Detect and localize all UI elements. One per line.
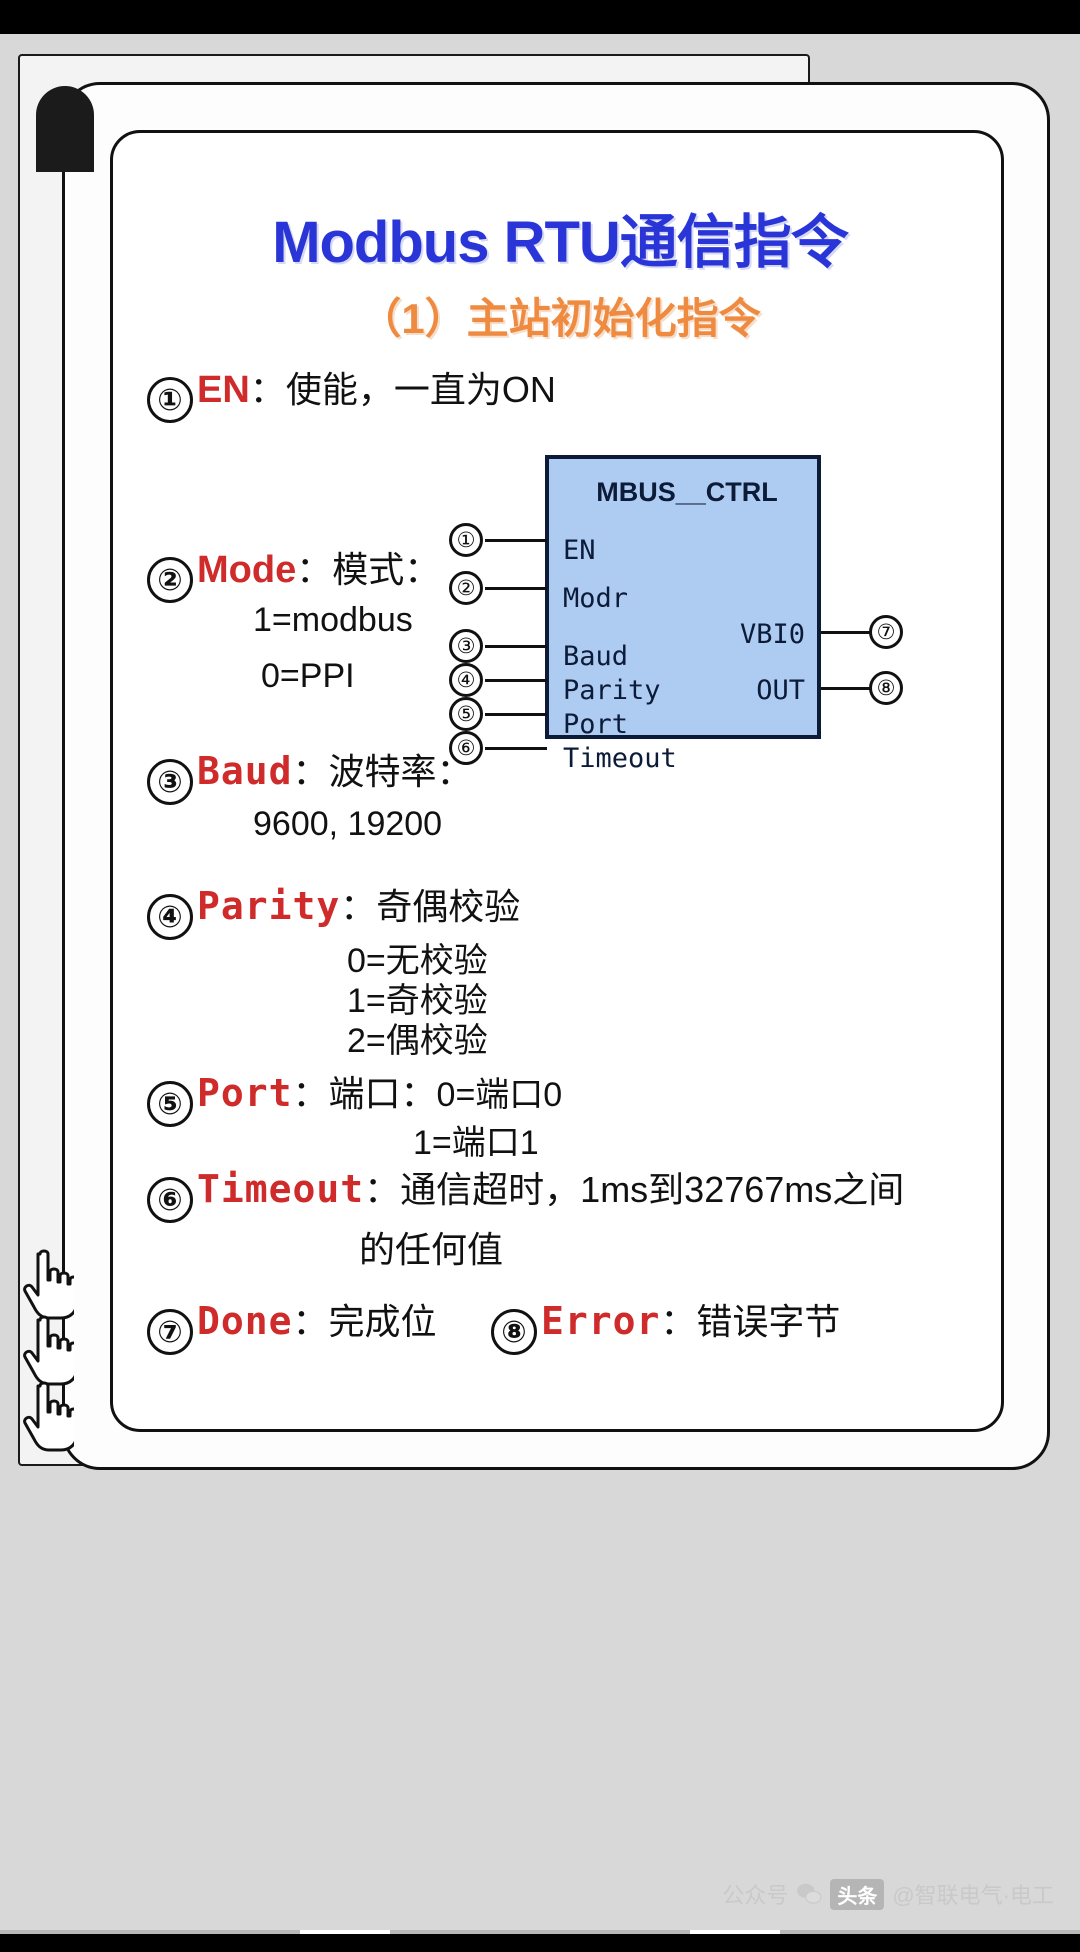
fb-pin-lead-2 <box>485 587 547 590</box>
item-number-6: ⑥ <box>147 1177 193 1223</box>
fb-pin-marker-7: ⑦ <box>869 615 903 649</box>
function-block-title: MBUS__CTRL <box>596 477 778 507</box>
list-item-error: ⑧ Error：错误字节 <box>491 1293 840 1355</box>
item-desc-done: 完成位 <box>328 1301 437 1342</box>
fb-pin-marker-1: ① <box>449 523 483 557</box>
fb-pin-lead-3 <box>485 645 547 648</box>
fb-pin-marker-2: ② <box>449 571 483 605</box>
wechat-icon <box>797 1883 822 1904</box>
nav-seg-right[interactable] <box>780 1930 1080 1934</box>
fb-pin-lead-8 <box>821 687 871 690</box>
item-number-4: ④ <box>147 894 193 940</box>
fb-pin-marker-4: ④ <box>449 663 483 697</box>
nav-seg-left[interactable] <box>0 1930 300 1934</box>
item-sub-mode-2: 0=PPI <box>261 657 355 695</box>
fb-pin-lead-5 <box>485 713 547 716</box>
navigation-bar <box>0 1930 1080 1952</box>
fb-pin-marker-8: ⑧ <box>869 671 903 705</box>
item-number-3: ③ <box>147 759 193 805</box>
item-colon-8: ： <box>660 1301 697 1342</box>
item-sub-parity-3: 2=偶校验 <box>347 1022 488 1060</box>
item-sub-mode-1: 1=modbus <box>253 601 413 639</box>
item-desc-mode: 模式： <box>332 549 441 590</box>
item-keyword-parity: Parity <box>197 884 341 928</box>
fb-input-port: Port <box>563 709 629 740</box>
item-sub-timeout-1: 的任何值 <box>359 1229 504 1270</box>
item-number-5: ⑤ <box>147 1081 193 1127</box>
list-item-done: ⑦ Done：完成位 <box>147 1293 437 1355</box>
fb-pin-lead-4 <box>485 679 547 682</box>
item-desc-timeout: 通信超时，1ms到32767ms之间 <box>400 1169 905 1210</box>
fb-input-parity: Parity <box>563 675 661 706</box>
item-keyword-port: Port <box>197 1071 293 1115</box>
item-colon-3: ： <box>292 751 329 792</box>
item-desc-parity: 奇偶校验 <box>376 886 521 927</box>
fb-input-baud: Baud <box>563 641 629 672</box>
watermark-handle: @智联电气·电工 <box>892 1883 1054 1908</box>
item-keyword-timeout: Timeout <box>197 1167 365 1211</box>
fb-pin-marker-3: ③ <box>449 629 483 663</box>
fb-output-vbi0: VBI0 <box>739 619 805 650</box>
fb-input-timeout: Timeout <box>563 743 677 774</box>
fb-pin-marker-5: ⑤ <box>449 697 483 731</box>
fb-output-out: OUT <box>756 675 805 706</box>
cursor-hand-icon-2 <box>20 1312 74 1386</box>
item-number-8: ⑧ <box>491 1309 537 1355</box>
cursor-hand-icon-3 <box>20 1378 74 1452</box>
page-title: Modbus RTU通信指令 <box>272 210 849 275</box>
list-item-baud: ③ Baud：波特率： <box>147 743 473 805</box>
list-item-timeout: ⑥ Timeout：通信超时，1ms到32767ms之间 <box>147 1161 904 1223</box>
fb-input-en: EN <box>563 535 596 566</box>
cursor-hand-icon-1 <box>20 1246 74 1320</box>
list-item-en: ① EN：使能，一直为ON <box>147 361 556 423</box>
nav-seg-center[interactable] <box>390 1930 690 1934</box>
item-number-7: ⑦ <box>147 1309 193 1355</box>
item-colon-2: ： <box>296 549 333 590</box>
item-desc-port: 端口： <box>328 1073 437 1114</box>
fb-pin-marker-6: ⑥ <box>449 731 483 765</box>
item-desc-error: 错误字节 <box>696 1301 841 1342</box>
item-desc-port-value: 0=端口0 <box>436 1076 563 1114</box>
item-colon-5: ： <box>292 1073 329 1114</box>
function-block-mbus-ctrl: MBUS__CTRL EN Modr Baud Parity Port Time… <box>545 455 821 774</box>
fb-input-modr: Modr <box>563 583 629 614</box>
watermark-prefix: 公众号 <box>722 1883 789 1908</box>
toutiao-badge: 头条 <box>830 1878 885 1910</box>
fb-pin-lead-1 <box>485 539 547 542</box>
item-keyword-en: EN <box>197 369 250 411</box>
item-sub-baud-1: 9600, 19200 <box>253 805 443 843</box>
list-item-parity: ④ Parity：奇偶校验 <box>147 878 520 940</box>
item-keyword-error: Error <box>541 1299 661 1343</box>
list-item-mode: ② Mode：模式： <box>147 541 440 603</box>
fb-pin-lead-7 <box>821 631 871 634</box>
item-number-2: ② <box>147 557 193 603</box>
item-keyword-mode: Mode <box>197 549 297 591</box>
status-bar <box>0 0 1080 34</box>
item-colon-4: ： <box>340 886 377 927</box>
item-colon-6: ： <box>364 1169 401 1210</box>
content-frame: Modbus RTU通信指令 （1）主站初始化指令 ① EN：使能，一直为ON ②… <box>110 130 1004 1432</box>
item-colon-7: ： <box>292 1301 329 1342</box>
item-colon-1: ： <box>249 369 286 410</box>
fb-pin-lead-6 <box>485 747 547 750</box>
watermark: 公众号 头条 @智联电气·电工 <box>722 1878 1054 1910</box>
item-keyword-done: Done <box>197 1299 293 1343</box>
item-keyword-baud: Baud <box>197 749 293 793</box>
binder-tab <box>36 86 94 172</box>
item-desc-en: 使能，一直为ON <box>285 369 556 410</box>
item-sub-port-1: 1=端口1 <box>413 1124 539 1162</box>
page-subtitle: （1）主站初始化指令 <box>359 295 761 342</box>
item-number-1: ① <box>147 377 193 423</box>
